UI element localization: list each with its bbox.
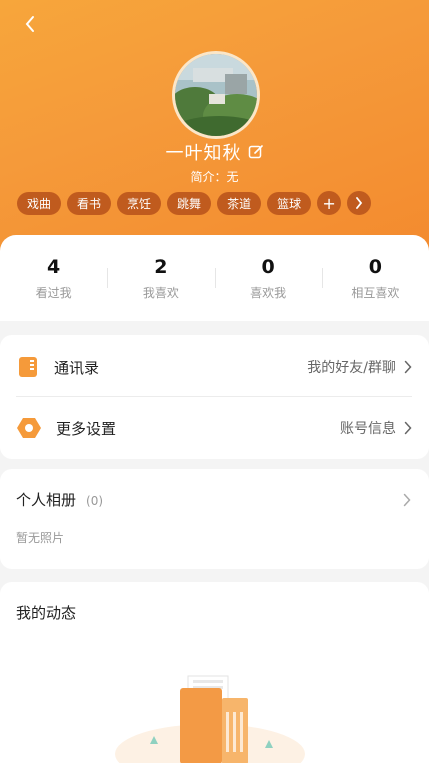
stat-i-like[interactable]: 2 我喜欢 — [107, 256, 214, 301]
settings-subtitle: 账号信息 — [340, 421, 396, 437]
tag-item[interactable]: 篮球 — [267, 191, 312, 215]
profile-header: 一叶知秋 简介：无 戏曲 看书 烹饪 跳舞 茶道 篮球 + — [0, 0, 429, 262]
contacts-row[interactable]: 通讯录 我的好友/群聊 — [16, 337, 412, 397]
stat-number: 0 — [368, 255, 382, 278]
settings-hexagon-icon — [17, 418, 41, 438]
stat-label: 喜欢我 — [250, 285, 287, 300]
contacts-right: 我的好友/群聊 — [307, 357, 412, 377]
divider — [16, 396, 412, 397]
feed-title: 我的动态 — [16, 604, 77, 622]
stat-viewed-me[interactable]: 4 看过我 — [0, 256, 107, 301]
tag-item[interactable]: 烹饪 — [117, 191, 162, 215]
album-header: 个人相册 (0) — [16, 489, 103, 510]
chevron-right-icon[interactable] — [403, 493, 411, 507]
album-card[interactable]: 个人相册 (0) 暂无照片 — [0, 469, 429, 569]
empty-feed-illustration — [115, 675, 305, 763]
stat-number: 0 — [261, 255, 275, 278]
plus-icon: + — [322, 193, 336, 213]
stats-bar: 4 看过我 2 我喜欢 0 喜欢我 0 相互喜欢 — [0, 235, 429, 321]
name-row: 一叶知秋 — [0, 140, 429, 164]
avatar[interactable] — [172, 51, 260, 139]
settings-right: 账号信息 — [340, 418, 412, 438]
stat-mutual[interactable]: 0 相互喜欢 — [321, 255, 429, 301]
album-count: (0) — [86, 494, 104, 508]
back-button[interactable] — [16, 10, 44, 38]
contacts-book-icon — [19, 357, 37, 377]
feed-card: 我的动态 — [0, 582, 429, 763]
album-title: 个人相册 — [16, 491, 77, 509]
back-arrow-icon — [25, 16, 34, 32]
settings-row[interactable]: 更多设置 账号信息 — [16, 398, 412, 458]
stat-label: 相互喜欢 — [351, 285, 400, 300]
chevron-right-icon — [356, 197, 363, 209]
edit-icon[interactable] — [248, 144, 264, 160]
stat-label: 我喜欢 — [142, 285, 179, 300]
settings-title: 更多设置 — [56, 419, 117, 438]
tag-item[interactable]: 茶道 — [217, 191, 262, 215]
chevron-right-icon — [404, 421, 412, 435]
tag-item[interactable]: 戏曲 — [17, 191, 62, 215]
more-tags-button[interactable] — [347, 191, 372, 215]
chevron-right-icon — [404, 360, 412, 374]
stat-label: 看过我 — [35, 285, 72, 300]
contacts-subtitle: 我的好友/群聊 — [307, 360, 396, 376]
album-empty-text: 暂无照片 — [16, 531, 65, 545]
tag-item[interactable]: 看书 — [67, 191, 112, 215]
stat-likes-me[interactable]: 0 喜欢我 — [214, 255, 322, 301]
avatar-photo — [175, 54, 257, 136]
interest-tags: 戏曲 看书 烹饪 跳舞 茶道 篮球 + — [17, 191, 372, 215]
stat-number: 2 — [154, 255, 168, 278]
user-intro: 简介：无 — [190, 170, 239, 184]
menu-card: 通讯录 我的好友/群聊 更多设置 账号信息 — [0, 335, 429, 459]
contacts-title: 通讯录 — [54, 358, 100, 377]
stat-number: 4 — [47, 255, 61, 278]
add-tag-button[interactable]: + — [317, 191, 342, 215]
tag-item[interactable]: 跳舞 — [167, 191, 212, 215]
user-name: 一叶知秋 — [165, 143, 242, 164]
